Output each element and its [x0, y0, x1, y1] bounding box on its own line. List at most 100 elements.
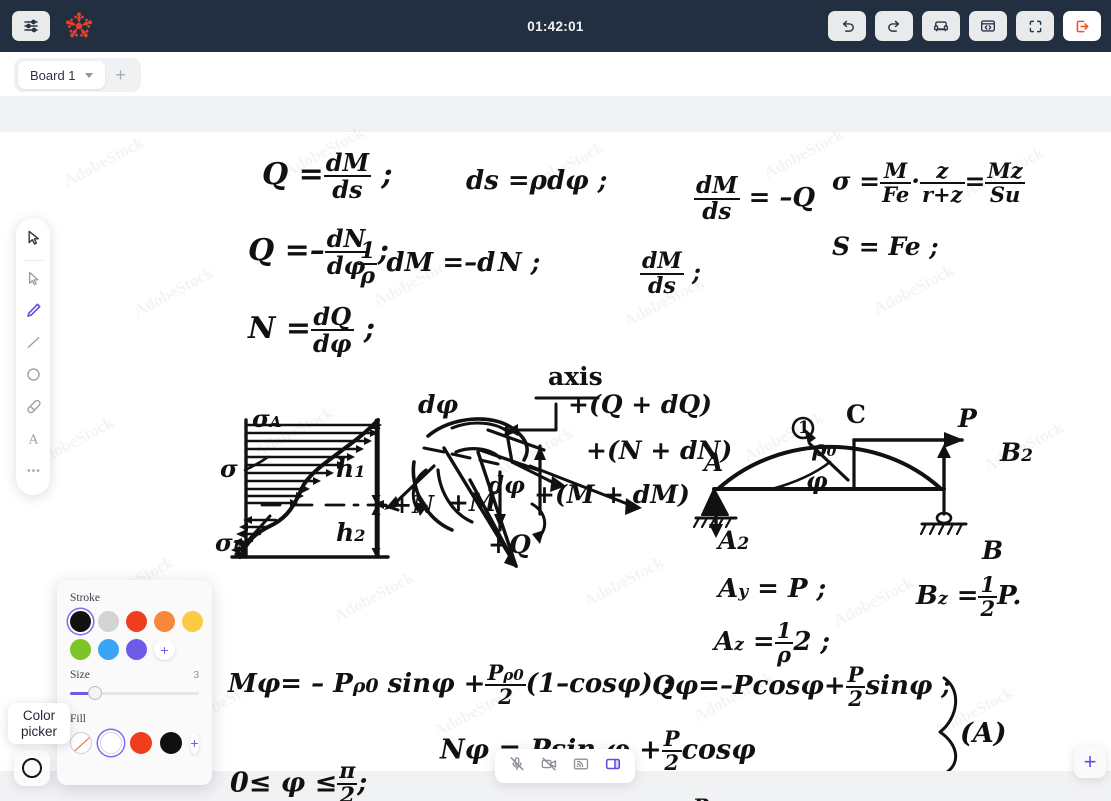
- exit-button[interactable]: [1063, 11, 1101, 41]
- add-page-button[interactable]: +: [1074, 746, 1106, 778]
- label-plus-q: +Q: [488, 530, 531, 559]
- reaction-ay: Ay = P ;: [718, 574, 827, 604]
- tool-circle[interactable]: [18, 362, 48, 392]
- fill-label: Fill: [70, 713, 86, 725]
- stroke-swatch-yellow[interactable]: [182, 611, 203, 632]
- svg-text:A: A: [28, 432, 38, 447]
- split-panel-icon: [604, 755, 622, 778]
- canvas-top-band: [0, 96, 1111, 132]
- tool-pencil[interactable]: [18, 298, 48, 328]
- label-sigma-b: σB: [215, 528, 246, 557]
- add-board-tab-button[interactable]: +: [105, 61, 137, 89]
- chevron-down-icon[interactable]: [84, 72, 93, 78]
- session-timer: 01:42:01: [527, 18, 584, 34]
- fill-swatch-red[interactable]: [130, 732, 152, 754]
- label-point-c: C: [846, 400, 866, 429]
- fill-swatch-black[interactable]: [160, 732, 182, 754]
- stroke-swatch-green[interactable]: [70, 639, 91, 660]
- stroke-swatch-purple[interactable]: [126, 639, 147, 660]
- tool-select[interactable]: [18, 266, 48, 296]
- color-picker-button[interactable]: [14, 750, 50, 786]
- board-tab-label: Board 1: [30, 67, 76, 83]
- label-system-a: (A): [960, 718, 1007, 749]
- label-plus-q-dq: +(Q + dQ): [568, 390, 712, 419]
- camera-button[interactable]: [535, 752, 563, 780]
- label-b2: B2: [1000, 438, 1033, 467]
- tool-text[interactable]: A: [18, 426, 48, 456]
- whiteboard-button[interactable]: [969, 11, 1007, 41]
- fullscreen-button[interactable]: [1016, 11, 1054, 41]
- tool-eraser[interactable]: [18, 394, 48, 424]
- code-card-icon: [979, 17, 997, 35]
- formula-q-phi-top: Qφ=–Pcosφ+ P 2 sinφ ;: [652, 662, 952, 712]
- label-point-b: B: [982, 536, 1004, 565]
- label-plus-m-dm: +(M + dM): [534, 480, 690, 509]
- fill-swatch-none[interactable]: [70, 732, 92, 754]
- call-controls-toolbar: [495, 749, 635, 783]
- stroke-label: Stroke: [70, 592, 101, 604]
- stroke-swatch-orange[interactable]: [154, 611, 175, 632]
- color-picker-panel: Stroke + Size 3 Fill +: [57, 580, 212, 785]
- tool-lasso[interactable]: [18, 225, 48, 255]
- toolbar-divider: [23, 260, 43, 261]
- drawing-toolbar: A: [16, 218, 50, 495]
- lounge-button[interactable]: [922, 11, 960, 41]
- size-header: Size 3: [70, 669, 199, 681]
- undo-button[interactable]: [828, 11, 866, 41]
- mic-button[interactable]: [503, 752, 531, 780]
- sliders-icon-button[interactable]: [12, 11, 50, 41]
- stroke-swatch-gray[interactable]: [98, 611, 119, 632]
- redo-icon: [886, 18, 903, 35]
- header-actions: [828, 0, 1101, 52]
- ellipsis-icon: [24, 461, 43, 485]
- formula-dm-ds-2: dM ds ;: [640, 248, 701, 300]
- sliders-icon: [23, 18, 39, 34]
- stroke-add-color-button[interactable]: +: [154, 639, 175, 660]
- screenshare-button[interactable]: [567, 752, 595, 780]
- stroke-swatch-blue[interactable]: [98, 639, 119, 660]
- layout-button[interactable]: [599, 752, 627, 780]
- exit-icon: [1074, 18, 1091, 35]
- stroke-swatch-row-1: [70, 611, 203, 632]
- text-a-icon: A: [24, 429, 43, 453]
- fill-swatch-white[interactable]: [100, 732, 122, 754]
- board-tab-active[interactable]: Board 1: [18, 61, 105, 89]
- mic-muted-icon: [508, 755, 526, 778]
- formula-n-dq-dphi: N = dQ dφ ;: [248, 302, 376, 359]
- undo-icon: [839, 18, 856, 35]
- tool-line[interactable]: [18, 330, 48, 360]
- line-icon: [24, 333, 43, 357]
- cast-icon: [572, 755, 590, 778]
- current-color-swatch: [22, 758, 42, 778]
- stroke-swatch-black[interactable]: [70, 611, 91, 632]
- board-tab-group: Board 1 +: [14, 58, 141, 92]
- size-slider[interactable]: [70, 686, 199, 700]
- circle-icon: [24, 365, 43, 389]
- reaction-bz: Bz = 1 2 P.: [916, 572, 1022, 622]
- label-plus-n-left: +N: [392, 490, 435, 519]
- pencil-icon: [24, 301, 43, 325]
- tool-more[interactable]: [18, 458, 48, 488]
- formula-q-dm-ds: Q = dM ds ;: [262, 148, 393, 205]
- whiteboard-app: 01:42:01 Board 1 + AdobeStock AdobeStock…: [0, 0, 1111, 801]
- stroke-swatch-red[interactable]: [126, 611, 147, 632]
- formula-sigma-bending: σ = M Fe · z r+z = Mz Su: [832, 158, 1025, 208]
- fullscreen-icon: [1027, 18, 1044, 35]
- cursor-icon: [24, 269, 43, 293]
- reaction-az: Az = 1 ρ 2 ;: [714, 618, 831, 668]
- label-circled-one: 1: [798, 418, 810, 438]
- size-slider-thumb[interactable]: [88, 686, 103, 700]
- formula-dm-ds-eq-minus-q: dM ds = –Q: [694, 172, 816, 226]
- formula-ds-rho-dphi: ds =ρdφ ;: [466, 166, 608, 196]
- fill-add-color-button[interactable]: +: [190, 732, 199, 754]
- formula-one-rho-dm: 1ρ dM =–d N ;: [358, 238, 541, 290]
- size-value: 3: [193, 670, 199, 681]
- label-axis: axis: [548, 362, 603, 391]
- camera-off-icon: [540, 755, 558, 778]
- header-left-group: [0, 9, 96, 43]
- formula-q-phi-zero: Qφ = –Pcosφ +P2sinφ = 0 ;: [470, 795, 854, 801]
- redo-button[interactable]: [875, 11, 913, 41]
- formula-m-phi: Mφ= – Pρ0 sinφ + Pρ0 2 (1–cosφ) ;: [228, 660, 672, 710]
- label-phi-angle: φ: [806, 466, 828, 495]
- label-dphi-outer: dφ: [418, 390, 459, 419]
